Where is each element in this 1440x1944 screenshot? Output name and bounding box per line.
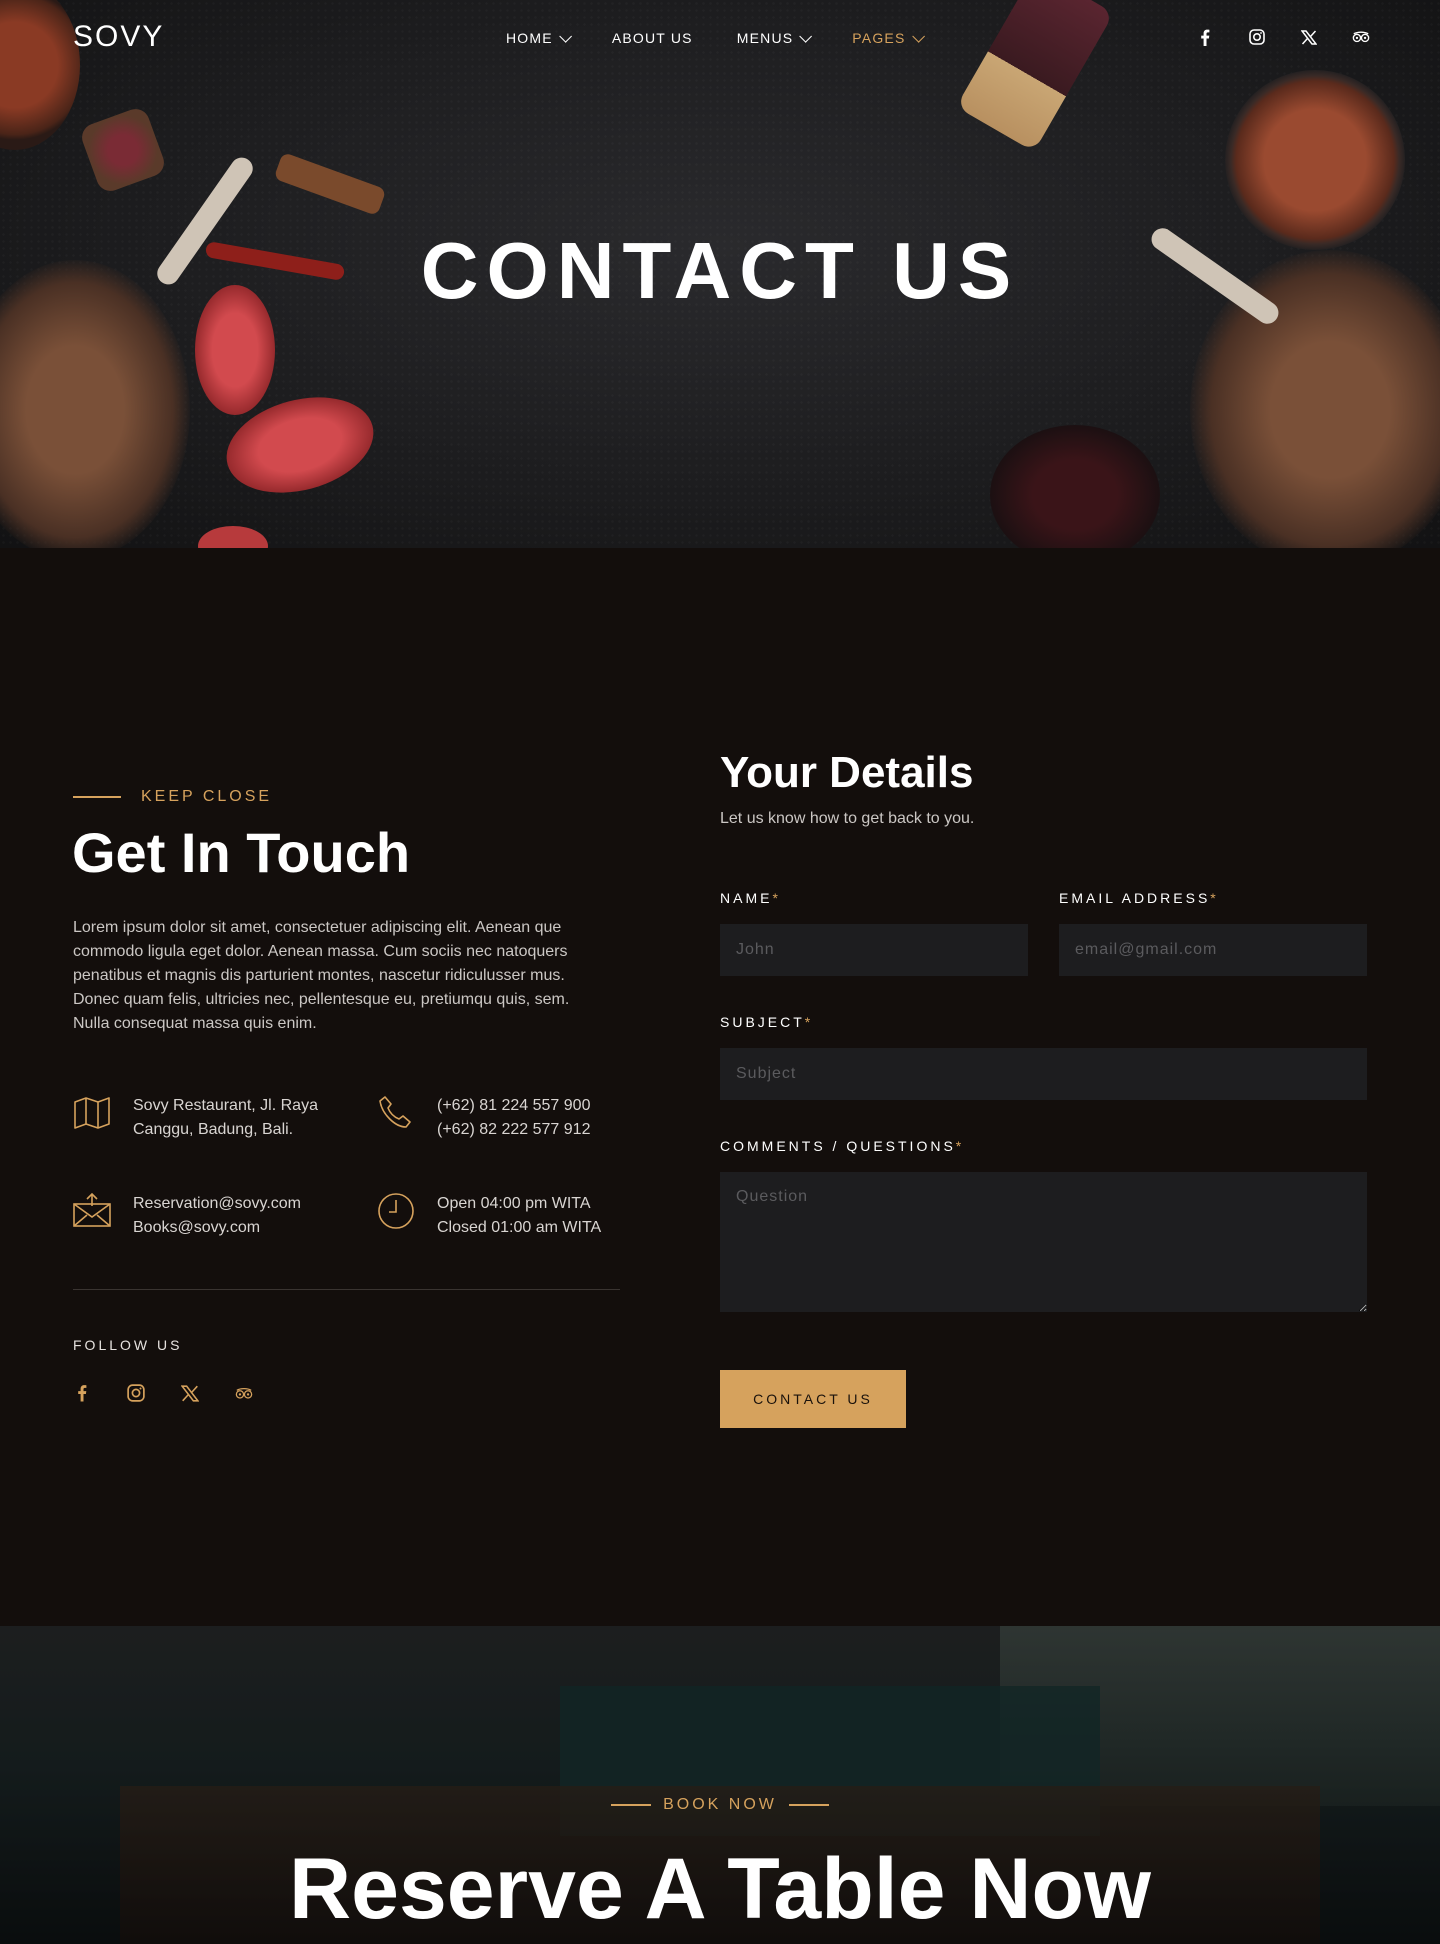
x-icon[interactable] [1300, 28, 1318, 46]
info-divider [73, 1289, 620, 1290]
map-icon [74, 1097, 110, 1129]
hours-line-1: Open 04:00 pm WITA [437, 1195, 591, 1212]
email-input[interactable] [1059, 924, 1367, 976]
nav-item-label: HOME [506, 30, 553, 46]
footer-social-links [73, 1384, 253, 1402]
subject-label: SUBJECT* [720, 1014, 813, 1030]
nav-item-pages[interactable]: PAGES [852, 29, 925, 46]
required-mark: * [955, 1138, 965, 1154]
facebook-icon[interactable] [73, 1384, 91, 1402]
nav-item-label: ABOUT US [611, 30, 693, 46]
follow-us-label: FOLLOW US [73, 1337, 183, 1353]
name-input[interactable] [720, 924, 1028, 976]
reserve-banner: BOOK NOW Reserve A Table Now [0, 1626, 1440, 1944]
email-info: Reservation@sovy.com Books@sovy.com [73, 1192, 301, 1240]
nav-item-menus[interactable]: MENUS [736, 29, 813, 46]
book-now-label: BOOK NOW [663, 1796, 777, 1813]
tripadvisor-icon[interactable] [1352, 28, 1370, 46]
eyebrow-divider [788, 1804, 829, 1806]
comments-label: COMMENTS / QUESTIONS* [720, 1138, 964, 1154]
chevron-down-icon [911, 29, 925, 43]
required-mark: * [772, 890, 781, 906]
get-in-touch-text: Lorem ipsum dolor sit amet, consectetuer… [73, 919, 570, 1032]
phone-info: (+62) 81 224 557 900 (+62) 82 222 577 91… [377, 1094, 590, 1142]
email-label-text: EMAIL ADDRESS [1059, 890, 1211, 906]
nav-menu: HOME ABOUT US MENUS PAGES [506, 29, 925, 46]
email-line-2[interactable]: Books@sovy.com [133, 1216, 301, 1240]
eyebrow-label: KEEP CLOSE [141, 788, 273, 805]
phone-icon [379, 1096, 411, 1128]
comments-textarea[interactable] [720, 1172, 1367, 1312]
reserve-heading: Reserve A Table Now [289, 1841, 1151, 1937]
eyebrow-divider [611, 1804, 652, 1806]
header-social-links [1196, 28, 1370, 46]
form-heading: Your Details [720, 748, 974, 797]
required-mark: * [804, 1014, 814, 1030]
form-subtitle: Let us know how to get back to you. [720, 810, 975, 827]
chevron-down-icon [799, 29, 813, 43]
sauce-bowl-right-image [1225, 70, 1405, 250]
instagram-icon[interactable] [127, 1384, 145, 1402]
main-navigation: SOVY HOME ABOUT US MENUS PAGES [0, 0, 1440, 80]
nav-item-about-us[interactable]: ABOUT US [612, 30, 693, 46]
email-label: EMAIL ADDRESS* [1059, 890, 1219, 906]
site-logo[interactable]: SOVY [73, 20, 164, 54]
nav-item-label: MENUS [736, 30, 794, 46]
name-label: NAME* [720, 890, 781, 906]
page-title: CONTACT US [420, 226, 1020, 315]
envelope-icon [73, 1192, 111, 1227]
instagram-icon[interactable] [1248, 28, 1266, 46]
facebook-icon[interactable] [1196, 28, 1214, 46]
subject-input[interactable] [720, 1048, 1367, 1100]
comments-label-text: COMMENTS / QUESTIONS [720, 1138, 956, 1154]
hours-info: Open 04:00 pm WITA Closed 01:00 am WITA [377, 1192, 601, 1240]
phone-line-1[interactable]: (+62) 81 224 557 900 [437, 1094, 590, 1118]
address-line-2: Canggu, Badung, Bali. [133, 1121, 294, 1138]
hours-line-2: Closed 01:00 am WITA [437, 1219, 602, 1236]
contact-us-button[interactable]: CONTACT US [720, 1370, 906, 1428]
phone-line-2[interactable]: (+62) 82 222 577 912 [437, 1118, 590, 1142]
clock-icon [378, 1193, 414, 1229]
chevron-down-icon [559, 29, 572, 43]
nav-item-label: PAGES [852, 30, 906, 46]
subject-label-text: SUBJECT [720, 1014, 805, 1030]
contact-section: KEEP CLOSE Get In Touch Lorem ipsum dolo… [0, 548, 1440, 1626]
address-line-1: Sovy Restaurant, Jl. Raya [133, 1097, 318, 1114]
get-in-touch-heading: Get In Touch [72, 821, 411, 884]
address-info: Sovy Restaurant, Jl. Raya Canggu, Badung… [73, 1094, 318, 1142]
hero-banner: SOVY HOME ABOUT US MENUS PAGES CONTACT U… [0, 0, 1440, 548]
name-label-text: NAME [720, 890, 773, 906]
section-eyebrow: KEEP CLOSE [73, 788, 272, 806]
email-line-1[interactable]: Reservation@sovy.com [133, 1192, 301, 1216]
eyebrow-divider [73, 796, 121, 798]
tripadvisor-icon[interactable] [235, 1384, 253, 1402]
book-now-eyebrow: BOOK NOW [0, 1796, 1440, 1814]
x-icon[interactable] [181, 1384, 199, 1402]
nav-item-home[interactable]: HOME [506, 29, 572, 46]
required-mark: * [1210, 890, 1219, 906]
